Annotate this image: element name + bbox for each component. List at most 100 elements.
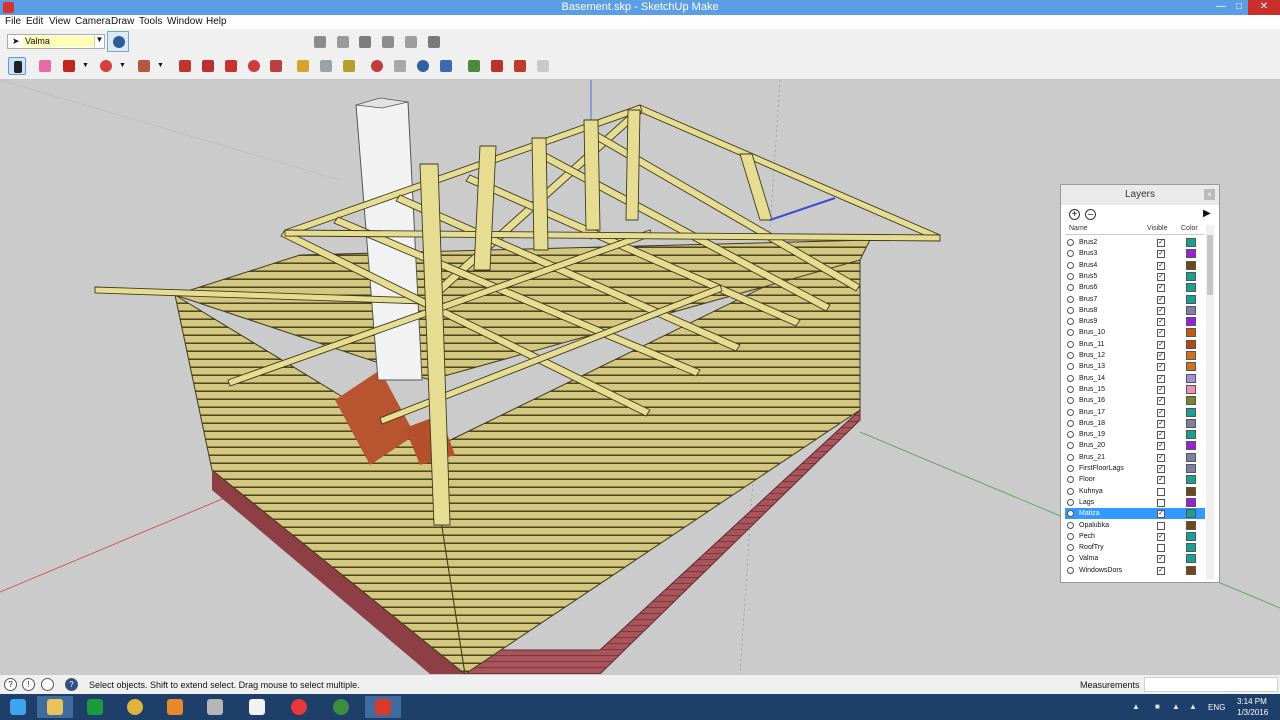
layer-row[interactable]: Brus_17 ✓	[1065, 407, 1205, 418]
layer-row[interactable]: Pech ✓	[1065, 531, 1205, 542]
visibility-checkbox[interactable]: ✓	[1157, 397, 1165, 406]
active-layer-radio[interactable]	[1067, 487, 1074, 495]
taskbar-chrome-canary[interactable]	[117, 696, 153, 718]
layer-row[interactable]: Brus_21 ✓	[1065, 452, 1205, 463]
menu-camera[interactable]: Camera	[75, 16, 111, 27]
layer-name[interactable]: Brus_13	[1079, 361, 1105, 372]
maximize-button[interactable]: □	[1230, 0, 1248, 15]
menu-file[interactable]: File	[5, 16, 21, 27]
remove-layer-icon[interactable]: –	[1085, 209, 1096, 220]
layer-name[interactable]: Brus_19	[1079, 429, 1105, 440]
layer-row[interactable]: Brus7 ✓	[1065, 294, 1205, 305]
active-layer-radio[interactable]	[1067, 555, 1074, 563]
credits-icon[interactable]: !	[22, 678, 35, 691]
layer-color-swatch[interactable]	[1186, 407, 1196, 417]
layer-row[interactable]: Brus_14 ✓	[1065, 373, 1205, 384]
taskbar-explorer[interactable]	[37, 696, 73, 718]
layer-color-swatch[interactable]	[1186, 430, 1196, 440]
visibility-checkbox[interactable]: ✓	[1157, 385, 1165, 394]
layer-color-swatch[interactable]	[1186, 565, 1196, 575]
tray-time[interactable]: 3:14 PM	[1237, 697, 1267, 706]
layer-row[interactable]: Brus_20 ✓	[1065, 440, 1205, 451]
visibility-checkbox[interactable]: ✓	[1157, 510, 1165, 519]
layer-row[interactable]: Brus_13 ✓	[1065, 361, 1205, 372]
visibility-checkbox[interactable]: ✓	[1157, 284, 1165, 293]
active-layer-radio[interactable]	[1067, 498, 1074, 506]
minimize-button[interactable]: —	[1212, 0, 1230, 15]
layer-color-swatch[interactable]	[1186, 283, 1196, 293]
active-layer-radio[interactable]	[1067, 431, 1074, 439]
layer-color-swatch[interactable]	[1186, 509, 1196, 519]
active-layer-radio[interactable]	[1067, 306, 1074, 314]
visibility-checkbox[interactable]	[1157, 521, 1165, 530]
layer-row[interactable]: Lags	[1065, 497, 1205, 508]
layer-row[interactable]: Valma ✓	[1065, 553, 1205, 564]
taskbar-store[interactable]	[77, 696, 113, 718]
layer-color-swatch[interactable]	[1186, 418, 1196, 428]
layer-color-swatch[interactable]	[1186, 531, 1196, 541]
active-layer-radio[interactable]	[1067, 239, 1074, 246]
layer-row[interactable]: Brus_11 ✓	[1065, 339, 1205, 350]
column-name-header[interactable]: Name	[1069, 225, 1088, 232]
taskbar-sketchup[interactable]	[365, 696, 401, 718]
instructor-icon[interactable]: ?	[65, 678, 78, 691]
active-layer-radio[interactable]	[1067, 510, 1074, 518]
active-layer-radio[interactable]	[1067, 261, 1074, 269]
tray-wifi-icon[interactable]: ▲	[1172, 702, 1182, 712]
layer-name[interactable]: RoofTry	[1079, 542, 1104, 553]
layer-color-swatch[interactable]	[1186, 294, 1196, 304]
visibility-checkbox[interactable]: ✓	[1157, 442, 1165, 451]
active-layer-radio[interactable]	[1067, 250, 1074, 258]
active-layer-radio[interactable]	[1067, 521, 1074, 529]
layer-name[interactable]: Brus_18	[1079, 418, 1105, 429]
layer-color-swatch[interactable]	[1186, 543, 1196, 553]
active-layer-radio[interactable]	[1067, 397, 1074, 405]
arc-tool-dropdown[interactable]: ▼	[119, 57, 127, 75]
visibility-checkbox[interactable]: ✓	[1157, 239, 1165, 247]
back-view-button[interactable]	[402, 33, 420, 51]
layer-row[interactable]: Brus9 ✓	[1065, 316, 1205, 327]
3d-warehouse-button[interactable]	[488, 57, 506, 75]
layer-name[interactable]: Brus8	[1079, 305, 1097, 316]
layer-row[interactable]: Brus_16 ✓	[1065, 395, 1205, 406]
visibility-checkbox[interactable]: ✓	[1157, 295, 1165, 304]
move-tool-button[interactable]	[222, 57, 240, 75]
layer-row[interactable]: Brus4 ✓	[1065, 260, 1205, 271]
visibility-checkbox[interactable]: ✓	[1157, 306, 1165, 315]
layer-color-swatch[interactable]	[1186, 249, 1196, 259]
visibility-checkbox[interactable]	[1157, 544, 1165, 553]
layer-color-swatch[interactable]	[1186, 328, 1196, 338]
layer-row[interactable]: Opalubka	[1065, 520, 1205, 531]
active-layer-radio[interactable]	[1067, 295, 1074, 303]
layer-color-swatch[interactable]	[1186, 464, 1196, 473]
eraser-tool-button[interactable]	[36, 57, 54, 75]
layer-manager-button[interactable]	[107, 31, 129, 52]
zoom-tool-button[interactable]	[414, 57, 432, 75]
layer-row[interactable]: Brus_10 ✓	[1065, 327, 1205, 338]
taskbar-yandex-browser[interactable]	[281, 696, 317, 718]
top-view-button[interactable]	[334, 33, 352, 51]
offset-tool-button[interactable]	[199, 57, 217, 75]
layer-name[interactable]: Brus_11	[1079, 339, 1105, 350]
layer-name[interactable]: Valma	[1079, 553, 1098, 564]
layer-name[interactable]: Brus5	[1079, 271, 1097, 282]
chevron-down-icon[interactable]: ▼	[94, 35, 104, 48]
visibility-checkbox[interactable]: ✓	[1157, 318, 1165, 327]
layer-name[interactable]: Brus3	[1079, 248, 1097, 259]
layer-color-swatch[interactable]	[1186, 362, 1196, 372]
menu-edit[interactable]: Edit	[26, 16, 43, 27]
visibility-checkbox[interactable]: ✓	[1157, 250, 1165, 259]
layer-color-swatch[interactable]	[1186, 554, 1196, 564]
layer-name[interactable]: Brus_12	[1079, 350, 1105, 361]
visibility-checkbox[interactable]	[1157, 487, 1165, 496]
active-layer-radio[interactable]	[1067, 318, 1074, 326]
layer-color-swatch[interactable]	[1186, 271, 1196, 281]
layer-name[interactable]: Floor	[1079, 474, 1095, 485]
layer-color-swatch[interactable]	[1186, 351, 1196, 360]
layer-row[interactable]: Brus_12 ✓	[1065, 350, 1205, 361]
front-view-button[interactable]	[356, 33, 374, 51]
active-layer-radio[interactable]	[1067, 476, 1074, 484]
layer-name[interactable]: Brus_17	[1079, 407, 1105, 418]
active-layer-radio[interactable]	[1067, 329, 1074, 337]
iso-view-button[interactable]	[311, 33, 329, 51]
